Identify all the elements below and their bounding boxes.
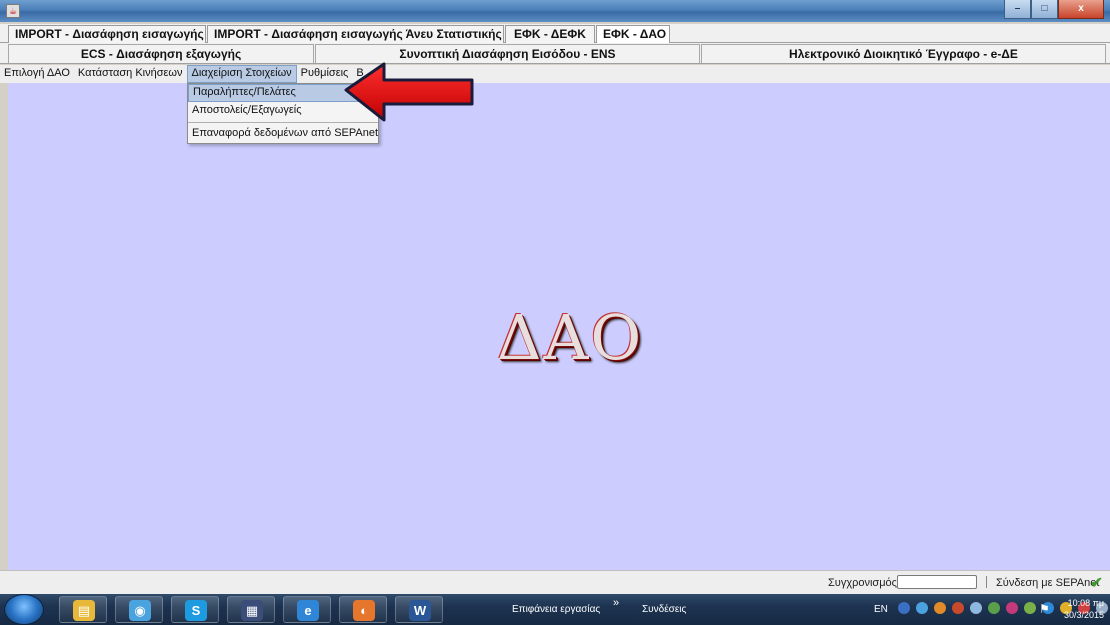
taskbar-app-explorer[interactable]: ▤	[59, 596, 107, 623]
windows-taskbar: ▤ ◉ S ▦ e ◐ W Επιφάνεια εργασίας » Συνδέσεις E…	[0, 594, 1110, 625]
clock-date: 30/3/2015	[1064, 610, 1105, 620]
window-controls: – □ x	[1004, 0, 1104, 19]
tab-import[interactable]: IMPORT - Διασάφηση εισαγωγής	[8, 25, 206, 43]
status-separator	[986, 576, 987, 588]
explorer-icon: ▤	[73, 600, 95, 621]
clock-time: 10:08 πμ	[1067, 598, 1105, 608]
menu-data-management[interactable]: Διαχείριση Στοιχείων	[186, 65, 297, 83]
main-content-area: ΔΑΟ	[8, 83, 1110, 570]
app-tray-icon[interactable]	[934, 602, 946, 614]
red-arrow-annotation	[344, 62, 474, 122]
tab-e-de[interactable]: Ηλεκτρονικό Διοικητικό Έγγραφο - e-ΔΕ	[701, 44, 1106, 63]
menu-movements-status[interactable]: Κατάσταση Κινήσεων	[74, 65, 187, 83]
firefox-icon: ◐	[353, 600, 375, 621]
taskbar-links-toolbar[interactable]: Συνδέσεις	[642, 604, 686, 615]
status-bar: Συγχρονισμός Σύνδεση με SEPAnet ✔	[0, 570, 1110, 594]
chrome-tray-icon[interactable]	[916, 602, 928, 614]
sepanet-connection-label: Σύνδεση με SEPAnet	[996, 577, 1100, 589]
drive-icon[interactable]	[988, 602, 1000, 614]
flag-icon[interactable]: ⚑	[1039, 602, 1053, 616]
tab-efk-defk[interactable]: ΕΦΚ - ΔΕΦΚ	[505, 25, 595, 43]
check-icon: ✔	[1090, 575, 1104, 592]
tab-ecs-export[interactable]: ECS - Διασάφηση εξαγωγής	[8, 44, 314, 63]
sync-label: Συγχρονισμός	[828, 577, 897, 589]
sync-progress-bar	[897, 575, 977, 589]
taskbar-app-internet-explorer[interactable]: e	[283, 596, 331, 623]
menu-bar: Επιλογή ΔΑΟ Κατάσταση Κινήσεων Διαχείρισ…	[0, 65, 1110, 83]
tab-row-primary: IMPORT - Διασάφηση εισαγωγής IMPORT - Δι…	[0, 24, 1110, 43]
taskbar-clock[interactable]: 10:08 πμ 30/3/2015	[1064, 597, 1104, 621]
language-indicator[interactable]: EN	[874, 604, 888, 615]
network-icon[interactable]	[970, 602, 982, 614]
taskbar-app-sepa[interactable]: ▦	[227, 596, 275, 623]
tab-efk-dao[interactable]: ΕΦΚ - ΔΑΟ	[596, 25, 670, 43]
taskbar-app-word[interactable]: W	[395, 596, 443, 623]
dao-logo-text: ΔΑΟ	[496, 301, 644, 374]
taskbar-app-firefox[interactable]: ◐	[339, 596, 387, 623]
menu-select-dao[interactable]: Επιλογή ΔΑΟ	[0, 65, 74, 83]
maximize-button[interactable]: □	[1031, 0, 1058, 19]
taskbar-app-chrome[interactable]: ◉	[115, 596, 163, 623]
tab-row-secondary: ECS - Διασάφηση εξαγωγής Συνοπτική Διασά…	[0, 43, 1110, 64]
wifi-icon[interactable]	[1024, 602, 1036, 614]
update-icon[interactable]	[1006, 602, 1018, 614]
close-button[interactable]: x	[1058, 0, 1104, 19]
minimize-button[interactable]: –	[1004, 0, 1031, 19]
tab-import-no-stats[interactable]: IMPORT - Διασάφηση εισαγωγής Άνευ Στατισ…	[207, 25, 504, 43]
skype-icon: S	[185, 600, 207, 621]
java-app-icon: ☕	[6, 4, 20, 18]
shield-icon[interactable]	[952, 602, 964, 614]
word-icon: W	[409, 600, 431, 621]
chrome-icon: ◉	[129, 600, 151, 621]
chevron-right-icon[interactable]: »	[613, 597, 619, 609]
start-button[interactable]	[4, 594, 44, 625]
window-titlebar[interactable]: ☕ – □ x	[0, 0, 1110, 22]
sepa-icon: ▦	[241, 600, 263, 621]
taskbar-app-skype[interactable]: S	[171, 596, 219, 623]
internet-explorer-icon: e	[297, 600, 319, 621]
taskbar-desktop-toolbar[interactable]: Επιφάνεια εργασίας	[512, 604, 600, 615]
help-icon[interactable]	[898, 602, 910, 614]
